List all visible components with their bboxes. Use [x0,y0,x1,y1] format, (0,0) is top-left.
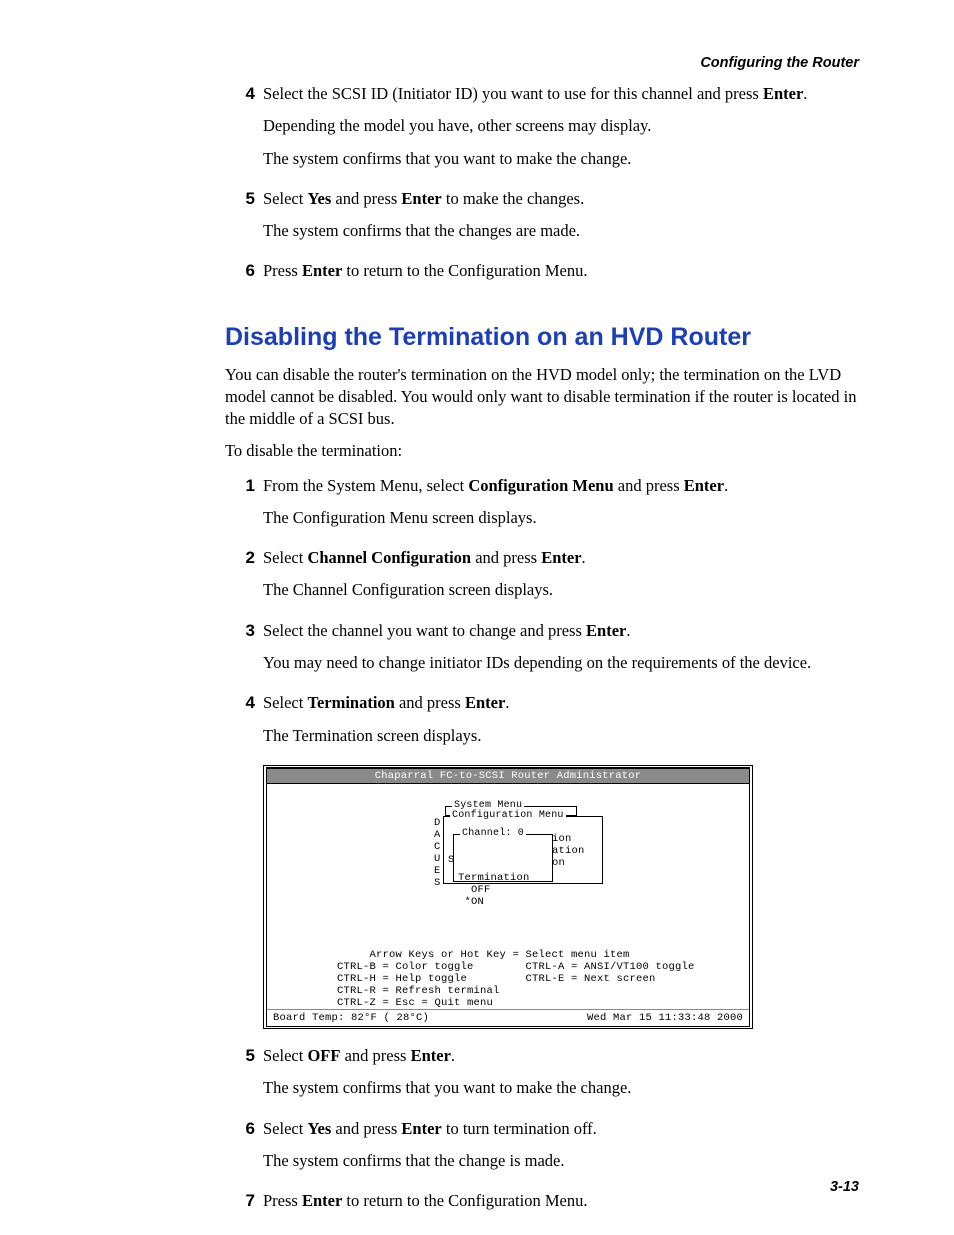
step-paragraph: The system confirms that the change is m… [263,1150,859,1172]
step-content: Select Yes and press Enter to turn termi… [263,1118,859,1183]
step-item: 1From the System Menu, select Configurat… [225,475,859,540]
step-paragraph: The Configuration Menu screen displays. [263,507,859,529]
step-paragraph: Press Enter to return to the Configurati… [263,1190,859,1212]
terminal-side-letters: D A C U E S [434,817,441,889]
top-step-list: 4Select the SCSI ID (Initiator ID) you w… [225,83,859,293]
trail-text-2: ation [552,845,585,857]
step-item: 5Select Yes and press Enter to make the … [225,188,859,253]
mid-step-list: 1From the System Menu, select Configurat… [225,475,859,757]
step-paragraph: Select the SCSI ID (Initiator ID) you wa… [263,83,859,105]
step-paragraph: The system confirms that the changes are… [263,220,859,242]
intro-lead: To disable the termination: [225,440,859,462]
step-number: 2 [225,547,263,570]
step-content: Select OFF and press Enter. The system co… [263,1045,859,1110]
step-content: Press Enter to return to the Configurati… [263,260,859,292]
step-number: 6 [225,260,263,283]
step-paragraph: The system confirms that you want to mak… [263,148,859,170]
step-number: 5 [225,188,263,211]
step-item: 3Select the channel you want to change a… [225,620,859,685]
running-header: Configuring the Router [225,55,859,71]
terminal-help-block: Arrow Keys or Hot Key = Select menu item… [267,947,749,1009]
step-number: 4 [225,83,263,106]
step-paragraph: The Channel Configuration screen display… [263,579,859,601]
bottom-step-list: 5Select OFF and press Enter. The system c… [225,1045,859,1222]
step-paragraph: Press Enter to return to the Configurati… [263,260,859,282]
step-paragraph: Select Channel Configuration and press E… [263,547,859,569]
page: Configuring the Router 4Select the SCSI … [0,0,954,1235]
terminal-status-bar: Board Temp: 82°F ( 28°C) Wed Mar 15 11:3… [267,1009,749,1026]
step-content: Select Yes and press Enter to make the c… [263,188,859,253]
step-paragraph: Select Termination and press Enter. [263,692,859,714]
step-number: 3 [225,620,263,643]
terminal-body: System Menu D A C U E S Configuration Me… [267,784,749,947]
step-item: 6Select Yes and press Enter to turn term… [225,1118,859,1183]
step-paragraph: Select OFF and press Enter. [263,1045,859,1067]
terminal-screenshot: Chaparral FC-to-SCSI Router Administrato… [263,765,753,1029]
step-number: 6 [225,1118,263,1141]
section-heading: Disabling the Termination on an HVD Rout… [225,323,859,352]
step-content: Select Channel Configuration and press E… [263,547,859,612]
step-paragraph: The system confirms that you want to mak… [263,1077,859,1099]
step-item: 5Select OFF and press Enter. The system c… [225,1045,859,1110]
step-item: 4Select the SCSI ID (Initiator ID) you w… [225,83,859,180]
terminal-title-bar: Chaparral FC-to-SCSI Router Administrato… [267,768,749,784]
step-number: 1 [225,475,263,498]
step-content: From the System Menu, select Configurati… [263,475,859,540]
terminal-status-left: Board Temp: 82°F ( 28°C) [273,1012,429,1024]
step-number: 7 [225,1190,263,1213]
step-paragraph: Depending the model you have, other scre… [263,115,859,137]
step-content: Select Termination and press Enter. The T… [263,692,859,757]
step-paragraph: You may need to change initiator IDs dep… [263,652,859,674]
step-item: 6Press Enter to return to the Configurat… [225,260,859,292]
step-paragraph: Select Yes and press Enter to make the c… [263,188,859,210]
terminal-status-right: Wed Mar 15 11:33:48 2000 [587,1012,743,1024]
channel-lines: Termination OFF *ON [458,872,548,908]
intro-paragraph: You can disable the router's termination… [225,364,859,431]
step-item: 4Select Termination and press Enter. The … [225,692,859,757]
step-content: Select the SCSI ID (Initiator ID) you wa… [263,83,859,180]
config-menu-title: Configuration Menu [450,810,566,822]
step-number: 5 [225,1045,263,1068]
step-content: Select the channel you want to change an… [263,620,859,685]
step-item: 7Press Enter to return to the Configurat… [225,1190,859,1222]
step-item: 2Select Channel Configuration and press … [225,547,859,612]
trail-text-3: on [552,857,565,869]
channel-title: Channel: 0 [460,828,526,840]
step-paragraph: Select the channel you want to change an… [263,620,859,642]
step-paragraph: From the System Menu, select Configurati… [263,475,859,497]
step-number: 4 [225,692,263,715]
trail-text-1: ion [552,833,572,845]
page-number: 3-13 [830,1179,859,1195]
step-paragraph: Select Yes and press Enter to turn termi… [263,1118,859,1140]
step-content: Press Enter to return to the Configurati… [263,1190,859,1222]
step-paragraph: The Termination screen displays. [263,725,859,747]
